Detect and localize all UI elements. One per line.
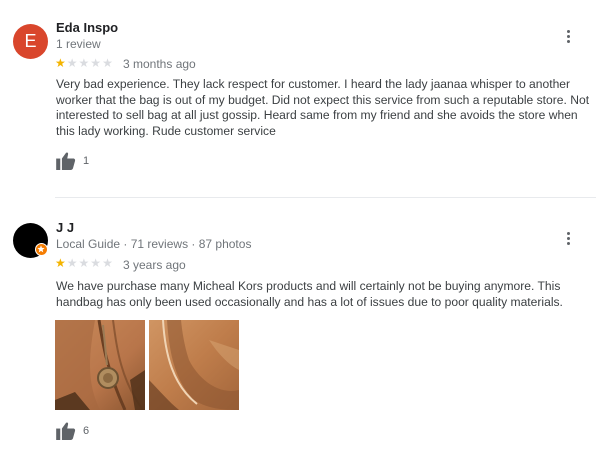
star-icon: ★ [55,56,66,70]
reviewer-name[interactable]: Eda Inspo [56,20,118,35]
review-text: We have purchase many Micheal Kors produ… [56,279,563,309]
divider [55,197,596,198]
review-time: 3 years ago [123,258,186,272]
avatar-letter: E [24,31,37,51]
thumbs-up-icon [56,152,76,170]
more-options-icon[interactable] [565,232,571,245]
star-icon: ★ [102,56,113,70]
star-rating: ★ ★ ★ ★ ★ [55,257,113,269]
like-button[interactable]: 1 [56,152,89,170]
star-icon: ★ [66,56,78,70]
star-icon: ★ [66,256,78,270]
star-icon: ★ [78,56,90,70]
like-count: 6 [83,425,90,437]
review-photos [55,320,239,410]
star-icon: ★ [78,256,90,270]
star-icon: ★ [55,256,66,270]
review-time: 3 months ago [123,57,196,71]
more-options-icon[interactable] [565,30,571,43]
reviewer-meta: Local Guide · 71 reviews · 87 photos [56,237,252,251]
avatar[interactable]: E [13,24,48,59]
star-rating: ★ ★ ★ ★ ★ [55,57,113,69]
like-count: 1 [83,155,90,167]
review-photo[interactable] [149,320,239,410]
star-icon: ★ [90,56,102,70]
star-icon: ★ [102,256,113,270]
thumbs-up-icon [56,422,76,440]
reviewer-meta: 1 review [56,37,101,51]
review-card: E Eda Inspo 1 review ★ ★ ★ ★ ★ 3 months … [0,0,607,197]
local-guide-badge-icon [35,243,48,256]
review-card: J J Local Guide · 71 reviews · 87 photos… [0,199,607,467]
reviewer-name[interactable]: J J [56,220,74,235]
star-icon: ★ [90,256,102,270]
review-photo[interactable] [55,320,145,410]
review-text: Very bad experience. They lack respect f… [56,77,590,139]
like-button[interactable]: 6 [56,422,89,440]
